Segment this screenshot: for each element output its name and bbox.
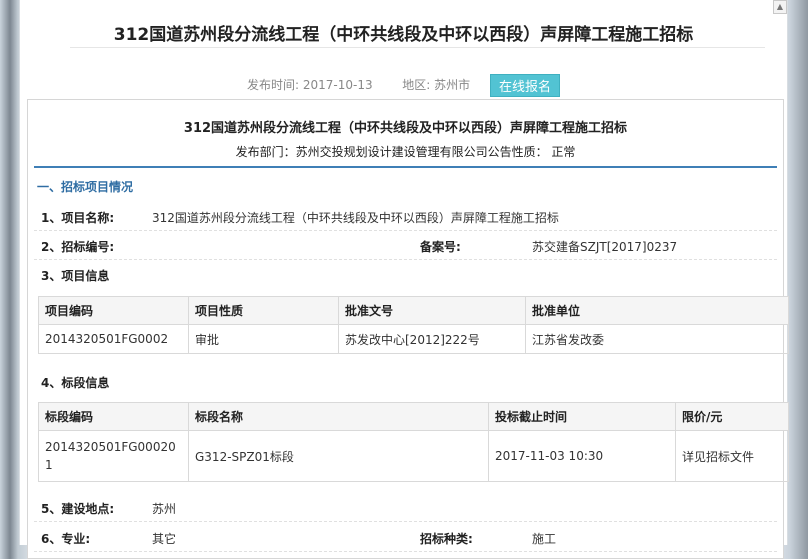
- record-number-value: 苏交建备SZJT[2017]0237: [532, 240, 678, 254]
- bid-type-value: 施工: [532, 532, 557, 546]
- notice-title: 312国道苏州段分流线工程（中环共线段及中环以西段）声屏障工程施工招标: [183, 121, 628, 136]
- table-header: 项目性质: [188, 296, 339, 325]
- table-cell: 2014320501FG000201: [38, 430, 189, 482]
- table-cell: 江苏省发改委: [525, 324, 789, 354]
- section-heading-project: 一、招标项目情况: [37, 180, 134, 194]
- publish-time-label: 发布时间:: [246, 78, 300, 92]
- bid-number-label: 2、招标编号:: [41, 240, 115, 254]
- location-value: 苏州: [152, 502, 177, 516]
- table-header-row: 标段编码 标段名称 投标截止时间 限价/元: [38, 402, 789, 431]
- project-name-value: 312国道苏州段分流线工程（中环共线段及中环以西段）声屏障工程施工招标: [152, 211, 559, 225]
- title-divider: [70, 47, 765, 48]
- scroll-up-icon[interactable]: ▲: [773, 0, 787, 14]
- table-header: 限价/元: [675, 402, 789, 431]
- row-location: 5、建设地点: 苏州: [34, 493, 777, 522]
- table-header-row: 项目编码 项目性质 批准文号 批准单位: [38, 296, 789, 325]
- notice-dept-line: 发布部门：苏州交投规划设计建设管理有限公司公告性质： 正常: [235, 145, 576, 159]
- notice-page: ▲ 312国道苏州段分流线工程（中环共线段及中环以西段）声屏障工程施工招标 发布…: [19, 0, 789, 559]
- location-label: 5、建设地点:: [41, 502, 115, 516]
- project-info-label: 3、项目信息: [41, 269, 110, 283]
- row-project-name: 1、项目名称: 312国道苏州段分流线工程（中环共线段及中环以西段）声屏障工程施…: [34, 202, 777, 231]
- table-header: 批准单位: [525, 296, 789, 325]
- row-bid-number: 2、招标编号: 备案号: 苏交建备SZJT[2017]0237: [34, 231, 777, 260]
- section-info-table: 标段编码 标段名称 投标截止时间 限价/元 2014320501FG000201…: [38, 402, 789, 482]
- table-row: 2014320501FG000201 G312-SPZ01标段 2017-11-…: [38, 430, 789, 482]
- online-signup-button[interactable]: 在线报名: [489, 74, 560, 97]
- section-info-label: 4、标段信息: [41, 376, 110, 390]
- table-header: 标段名称: [188, 402, 489, 431]
- publish-time-value: 2017-10-13: [302, 78, 373, 92]
- table-header: 投标截止时间: [488, 402, 676, 431]
- table-cell: 2017-11-03 10:30: [488, 430, 676, 482]
- table-header: 项目编码: [38, 296, 189, 325]
- project-name-label: 1、项目名称:: [41, 211, 115, 225]
- notice-content-frame: 312国道苏州段分流线工程（中环共线段及中环以西段）声屏障工程施工招标 发布部门…: [27, 99, 789, 559]
- row-section-info: 4、标段信息: [34, 367, 777, 395]
- region-value: 苏州市: [434, 78, 471, 92]
- region-label: 地区:: [402, 78, 431, 92]
- row-major: 6、专业: 其它 招标种类: 施工: [34, 523, 777, 552]
- record-number-label: 备案号:: [420, 240, 461, 254]
- table-cell: 苏发改中心[2012]222号: [338, 324, 526, 354]
- major-value: 其它: [152, 532, 177, 546]
- table-header: 批准文号: [338, 296, 526, 325]
- table-cell: G312-SPZ01标段: [188, 430, 489, 482]
- bid-type-label: 招标种类:: [420, 532, 473, 546]
- table-row: 2014320501FG0002 审批 苏发改中心[2012]222号 江苏省发…: [38, 324, 789, 354]
- page-title: 312国道苏州段分流线工程（中环共线段及中环以西段）声屏障工程施工招标: [113, 25, 694, 45]
- table-header: 标段编码: [38, 402, 189, 431]
- table-cell: 审批: [188, 324, 339, 354]
- row-project-info: 3、项目信息: [34, 260, 777, 288]
- section-divider: [34, 166, 777, 168]
- table-cell: 2014320501FG0002: [38, 324, 189, 354]
- major-label: 6、专业:: [41, 532, 91, 546]
- table-cell: 详见招标文件: [675, 430, 789, 482]
- meta-bar: 发布时间: 2017-10-13 地区: 苏州市 在线报名: [20, 74, 787, 97]
- project-info-table: 项目编码 项目性质 批准文号 批准单位 2014320501FG0002 审批 …: [38, 296, 789, 354]
